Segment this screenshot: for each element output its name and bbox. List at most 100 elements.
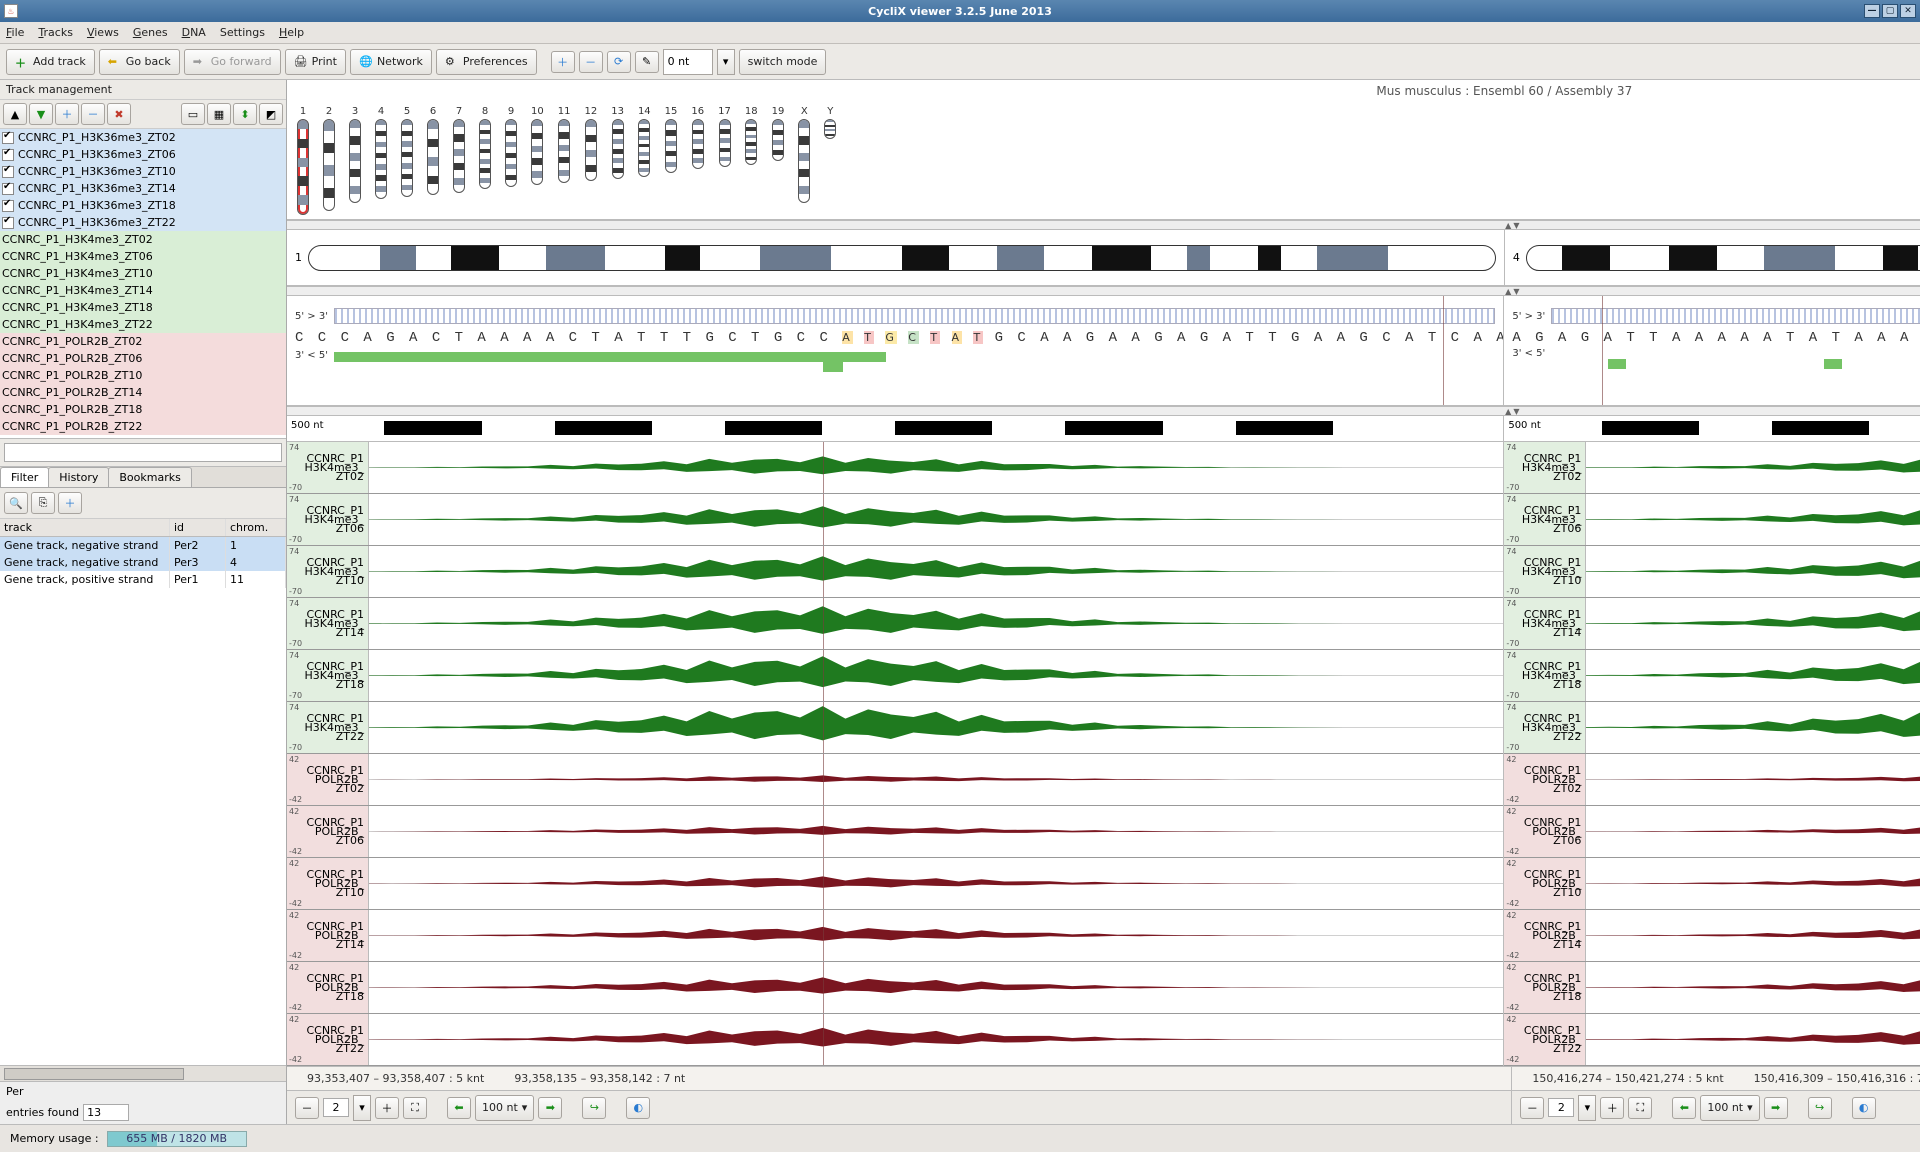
result-row[interactable]: Gene track, negative strandPer21 [0,537,286,554]
tm-delete-icon[interactable]: ✖ [107,103,131,125]
col-track[interactable]: track [0,519,170,536]
karyo-chrom[interactable]: 5 [401,106,413,197]
track-list[interactable]: CCNRC_P1_H3K36me3_ZT02CCNRC_P1_H3K36me3_… [0,129,286,439]
track-row[interactable]: CCNRC_P1_H3K4me3_ZT06 [0,248,286,265]
nav-minus-icon[interactable]: － [295,1097,319,1119]
tm-opt2-icon[interactable]: ▦ [207,103,231,125]
track-row[interactable]: CCNRC_P1_H3K36me3_ZT18 [0,197,286,214]
karyo-chrom[interactable]: 2 [323,106,335,211]
filter-add-icon[interactable]: ＋ [58,492,82,514]
nt-dropdown[interactable]: ▾ [717,49,735,75]
splitter-1[interactable]: ▲▼ [287,220,1920,230]
track-row[interactable]: CCNRC_P1_H3K4me3_ZT22 [0,316,286,333]
signal-row[interactable]: 74-70CCNRC_P1H3K4me3_ZT06 [1504,494,1920,546]
tm-down-icon[interactable]: ▼ [29,103,53,125]
track-row[interactable]: CCNRC_P1_POLR2B_ZT10 [0,367,286,384]
karyo-chrom[interactable]: 16 [691,106,704,169]
nav2-globe-icon[interactable]: ◐ [1852,1097,1876,1119]
nav-globe-icon[interactable]: ◐ [626,1097,650,1119]
karyo-chrom[interactable]: 12 [584,106,597,181]
track-row[interactable]: CCNRC_P1_H3K36me3_ZT06 [0,146,286,163]
karyo-chrom[interactable]: 19 [772,106,785,161]
result-row[interactable]: Gene track, positive strandPer111 [0,571,286,588]
seq-pane-right[interactable]: 5' > 3' A G A G A T T A A A A A T A T A … [1504,296,1920,405]
filter-search-icon[interactable]: 🔍 [4,492,28,514]
menu-file[interactable]: File [6,26,24,39]
nav2-page-input[interactable] [1548,1098,1574,1117]
karyo-chrom[interactable]: 11 [558,106,571,183]
track-row[interactable]: CCNRC_P1_H3K36me3_ZT22 [0,214,286,231]
menu-help[interactable]: Help [279,26,304,39]
nav2-next-icon[interactable]: ➡ [1764,1097,1788,1119]
preferences-button[interactable]: ⚙Preferences [436,49,537,75]
tm-opt4-icon[interactable]: ◩ [259,103,283,125]
menu-genes[interactable]: Genes [133,26,168,39]
checkbox-icon[interactable] [2,149,14,161]
signal-row[interactable]: 42-42CCNRC_P1POLR2B_ZT02 [287,754,1503,806]
chrom-right-ideogram[interactable] [1526,245,1920,271]
network-button[interactable]: 🌐Network [350,49,432,75]
checkbox-icon[interactable] [2,183,14,195]
track-row[interactable]: CCNRC_P1_H3K4me3_ZT14 [0,282,286,299]
signal-row[interactable]: 42-42CCNRC_P1POLR2B_ZT18 [287,962,1503,1014]
seq-pane-left[interactable]: 5' > 3' C C C A G A C T A A A A C T A T … [287,296,1504,405]
switch-mode-button[interactable]: switch mode [739,49,827,75]
nav2-minus-icon[interactable]: － [1520,1097,1544,1119]
nav2-zoom-select[interactable]: 100 nt ▾ [1700,1095,1759,1121]
tm-up-icon[interactable]: ▲ [3,103,27,125]
karyo-chrom[interactable]: 9 [505,106,517,187]
karyo-chrom[interactable]: 6 [427,106,439,195]
signal-row[interactable]: 74-70CCNRC_P1H3K4me3_ZT02 [287,442,1503,494]
signal-row[interactable]: 74-70CCNRC_P1H3K4me3_ZT22 [287,702,1503,754]
tm-add-icon[interactable]: ＋ [55,103,79,125]
signal-row[interactable]: 42-42CCNRC_P1POLR2B_ZT22 [287,1014,1503,1066]
signal-row[interactable]: 74-70CCNRC_P1H3K4me3_ZT06 [287,494,1503,546]
karyo-chrom[interactable]: Y [824,106,836,139]
close-button[interactable]: ✕ [1900,4,1916,18]
nav2-prev-icon[interactable]: ⬅ [1672,1097,1696,1119]
nav-next-icon[interactable]: ➡ [538,1097,562,1119]
nav-prev-icon[interactable]: ⬅ [447,1097,471,1119]
nav-page-input[interactable] [323,1098,349,1117]
track-row[interactable]: CCNRC_P1_H3K4me3_ZT02 [0,231,286,248]
tm-opt1-icon[interactable]: ▭ [181,103,205,125]
nt-input[interactable] [663,49,713,75]
menu-tracks[interactable]: Tracks [38,26,73,39]
signal-row[interactable]: 42-42CCNRC_P1POLR2B_ZT14 [1504,910,1920,962]
add-track-button[interactable]: ＋Add track [6,49,95,75]
go-forward-button[interactable]: ➡Go forward [184,49,281,75]
signal-row[interactable]: 42-42CCNRC_P1POLR2B_ZT02 [1504,754,1920,806]
signal-row[interactable]: 74-70CCNRC_P1H3K4me3_ZT18 [1504,650,1920,702]
nav2-plus-icon[interactable]: ＋ [1600,1097,1624,1119]
signal-row[interactable]: 74-70CCNRC_P1H3K4me3_ZT10 [1504,546,1920,598]
menu-views[interactable]: Views [87,26,119,39]
chrom-left-ideogram[interactable] [308,245,1496,271]
signal-row[interactable]: 42-42CCNRC_P1POLR2B_ZT22 [1504,1014,1920,1066]
nav-fit-icon[interactable]: ⛶ [403,1097,427,1119]
signal-row[interactable]: 42-42CCNRC_P1POLR2B_ZT06 [1504,806,1920,858]
tab-history[interactable]: History [48,467,109,487]
scale-left[interactable]: 500 nt [287,416,1504,441]
nav2-jump-icon[interactable]: ↪ [1808,1097,1832,1119]
signal-row[interactable]: 74-70CCNRC_P1H3K4me3_ZT18 [287,650,1503,702]
tm-remove-icon[interactable]: － [81,103,105,125]
karyo-chrom[interactable]: 3 [349,106,361,203]
nav-page-dd[interactable]: ▾ [353,1095,371,1121]
checkbox-icon[interactable] [2,217,14,229]
tab-bookmarks[interactable]: Bookmarks [108,467,191,487]
track-row[interactable]: CCNRC_P1_H3K36me3_ZT10 [0,163,286,180]
col-id[interactable]: id [170,519,226,536]
signal-row[interactable]: 42-42CCNRC_P1POLR2B_ZT10 [1504,858,1920,910]
signal-row[interactable]: 74-70CCNRC_P1H3K4me3_ZT14 [287,598,1503,650]
karyotype[interactable]: 12345678910111213141516171819XY [287,102,1920,220]
nav2-page-dd[interactable]: ▾ [1578,1095,1596,1121]
track-row[interactable]: CCNRC_P1_POLR2B_ZT22 [0,418,286,435]
go-back-button[interactable]: ⬅Go back [99,49,180,75]
nav-plus-icon[interactable]: ＋ [375,1097,399,1119]
karyo-chrom[interactable]: 13 [611,106,624,179]
track-row[interactable]: CCNRC_P1_H3K36me3_ZT02 [0,129,286,146]
track-search-input[interactable] [4,443,282,462]
signal-row[interactable]: 74-70CCNRC_P1H3K4me3_ZT02 [1504,442,1920,494]
nav-jump-icon[interactable]: ↪ [582,1097,606,1119]
checkbox-icon[interactable] [2,166,14,178]
